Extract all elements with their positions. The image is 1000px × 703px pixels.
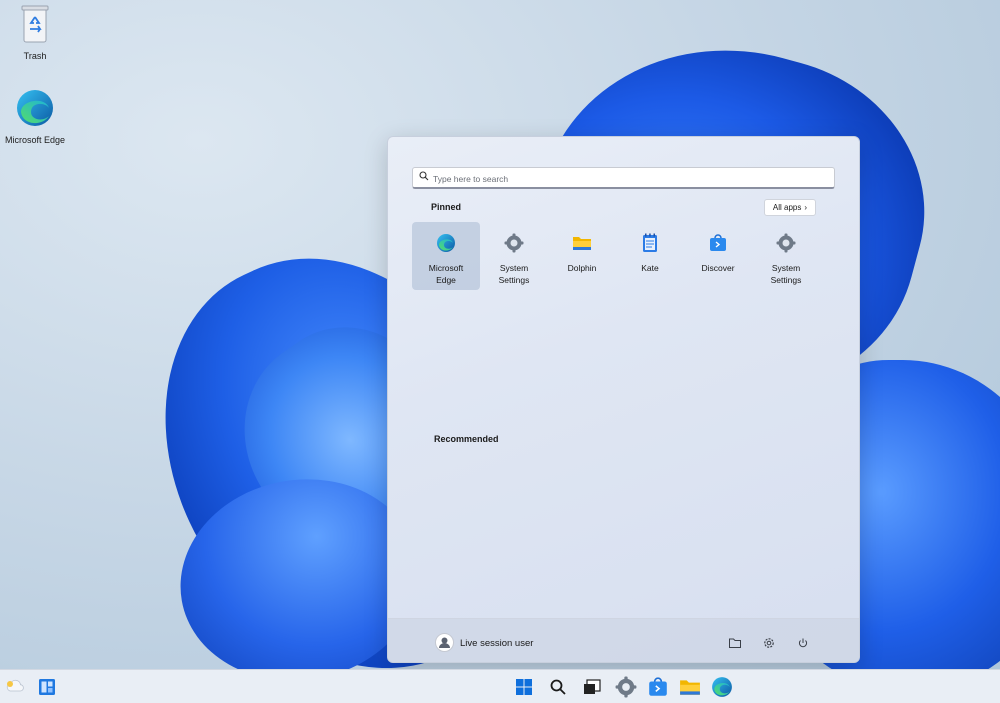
start-menu: Pinned All apps › Microsoft Edge [387, 136, 860, 663]
pinned-app-system-settings-2[interactable]: System Settings [752, 222, 820, 290]
label-line1: Microsoft [428, 263, 464, 273]
pinned-app-kate[interactable]: Kate [616, 222, 684, 290]
label-line1: System [499, 263, 529, 273]
desktop-icon-edge[interactable]: Microsoft Edge [0, 88, 70, 145]
desktop-icon-label: Microsoft Edge [4, 135, 66, 145]
recycle-bin-icon [21, 5, 49, 43]
pinned-app-label: Dolphin [548, 262, 616, 274]
desktop-icon-label: Trash [23, 51, 47, 61]
desktop-icon-trash[interactable]: Trash [0, 4, 70, 61]
label-line2: Edge [436, 275, 456, 285]
user-name[interactable]: Live session user [460, 638, 533, 649]
edge-icon[interactable] [711, 676, 733, 698]
search-icon [419, 171, 429, 181]
pinned-app-label: Discover [684, 262, 752, 274]
label-line1: Discover [701, 263, 735, 273]
edge-icon [437, 234, 455, 252]
gear-icon [776, 233, 796, 253]
notepad-icon [643, 233, 657, 252]
settings-icon[interactable] [615, 676, 637, 698]
pinned-title: Pinned [431, 202, 462, 212]
search-input[interactable] [431, 168, 830, 189]
label-line1: Kate [641, 263, 659, 273]
user-icon [439, 637, 450, 648]
edge-icon [17, 90, 53, 126]
label-line1: System [771, 263, 801, 273]
recommended-title: Recommended [434, 434, 499, 444]
start-menu-footer: Live session user [388, 618, 859, 662]
weather-icon[interactable] [4, 676, 26, 698]
pinned-app-label: Microsoft Edge [412, 262, 480, 286]
label-line2: Settings [770, 275, 802, 285]
store-bag-icon [710, 234, 726, 251]
folder-icon[interactable] [728, 636, 742, 650]
pinned-app-system-settings[interactable]: System Settings [480, 222, 548, 290]
all-apps-label: All apps [772, 203, 802, 212]
avatar[interactable] [435, 633, 454, 652]
pinned-app-microsoft-edge[interactable]: Microsoft Edge [412, 222, 480, 290]
search-icon[interactable] [547, 676, 569, 698]
all-apps-button[interactable]: All apps › [764, 199, 816, 216]
label-line1: Dolphin [567, 263, 597, 273]
task-view-icon[interactable] [581, 676, 603, 698]
desktop: Trash Microsoft Edge Pinned All apps › [0, 0, 1000, 703]
chevron-right-icon: › [804, 203, 808, 212]
folder-icon [573, 237, 591, 250]
pinned-app-discover[interactable]: Discover [684, 222, 752, 290]
widgets-icon[interactable] [36, 676, 58, 698]
pinned-app-dolphin[interactable]: Dolphin [548, 222, 616, 290]
pinned-app-label: System Settings [752, 262, 820, 286]
gear-icon [504, 233, 524, 253]
gear-icon[interactable] [762, 636, 776, 650]
label-line2: Settings [498, 275, 530, 285]
pinned-app-label: Kate [616, 262, 684, 274]
pinned-app-label: System Settings [480, 262, 548, 286]
taskbar [0, 669, 1000, 703]
power-icon[interactable] [796, 636, 810, 650]
start-icon[interactable] [513, 676, 535, 698]
store-icon[interactable] [647, 676, 669, 698]
file-explorer-icon[interactable] [679, 676, 701, 698]
search-box[interactable] [412, 167, 835, 189]
